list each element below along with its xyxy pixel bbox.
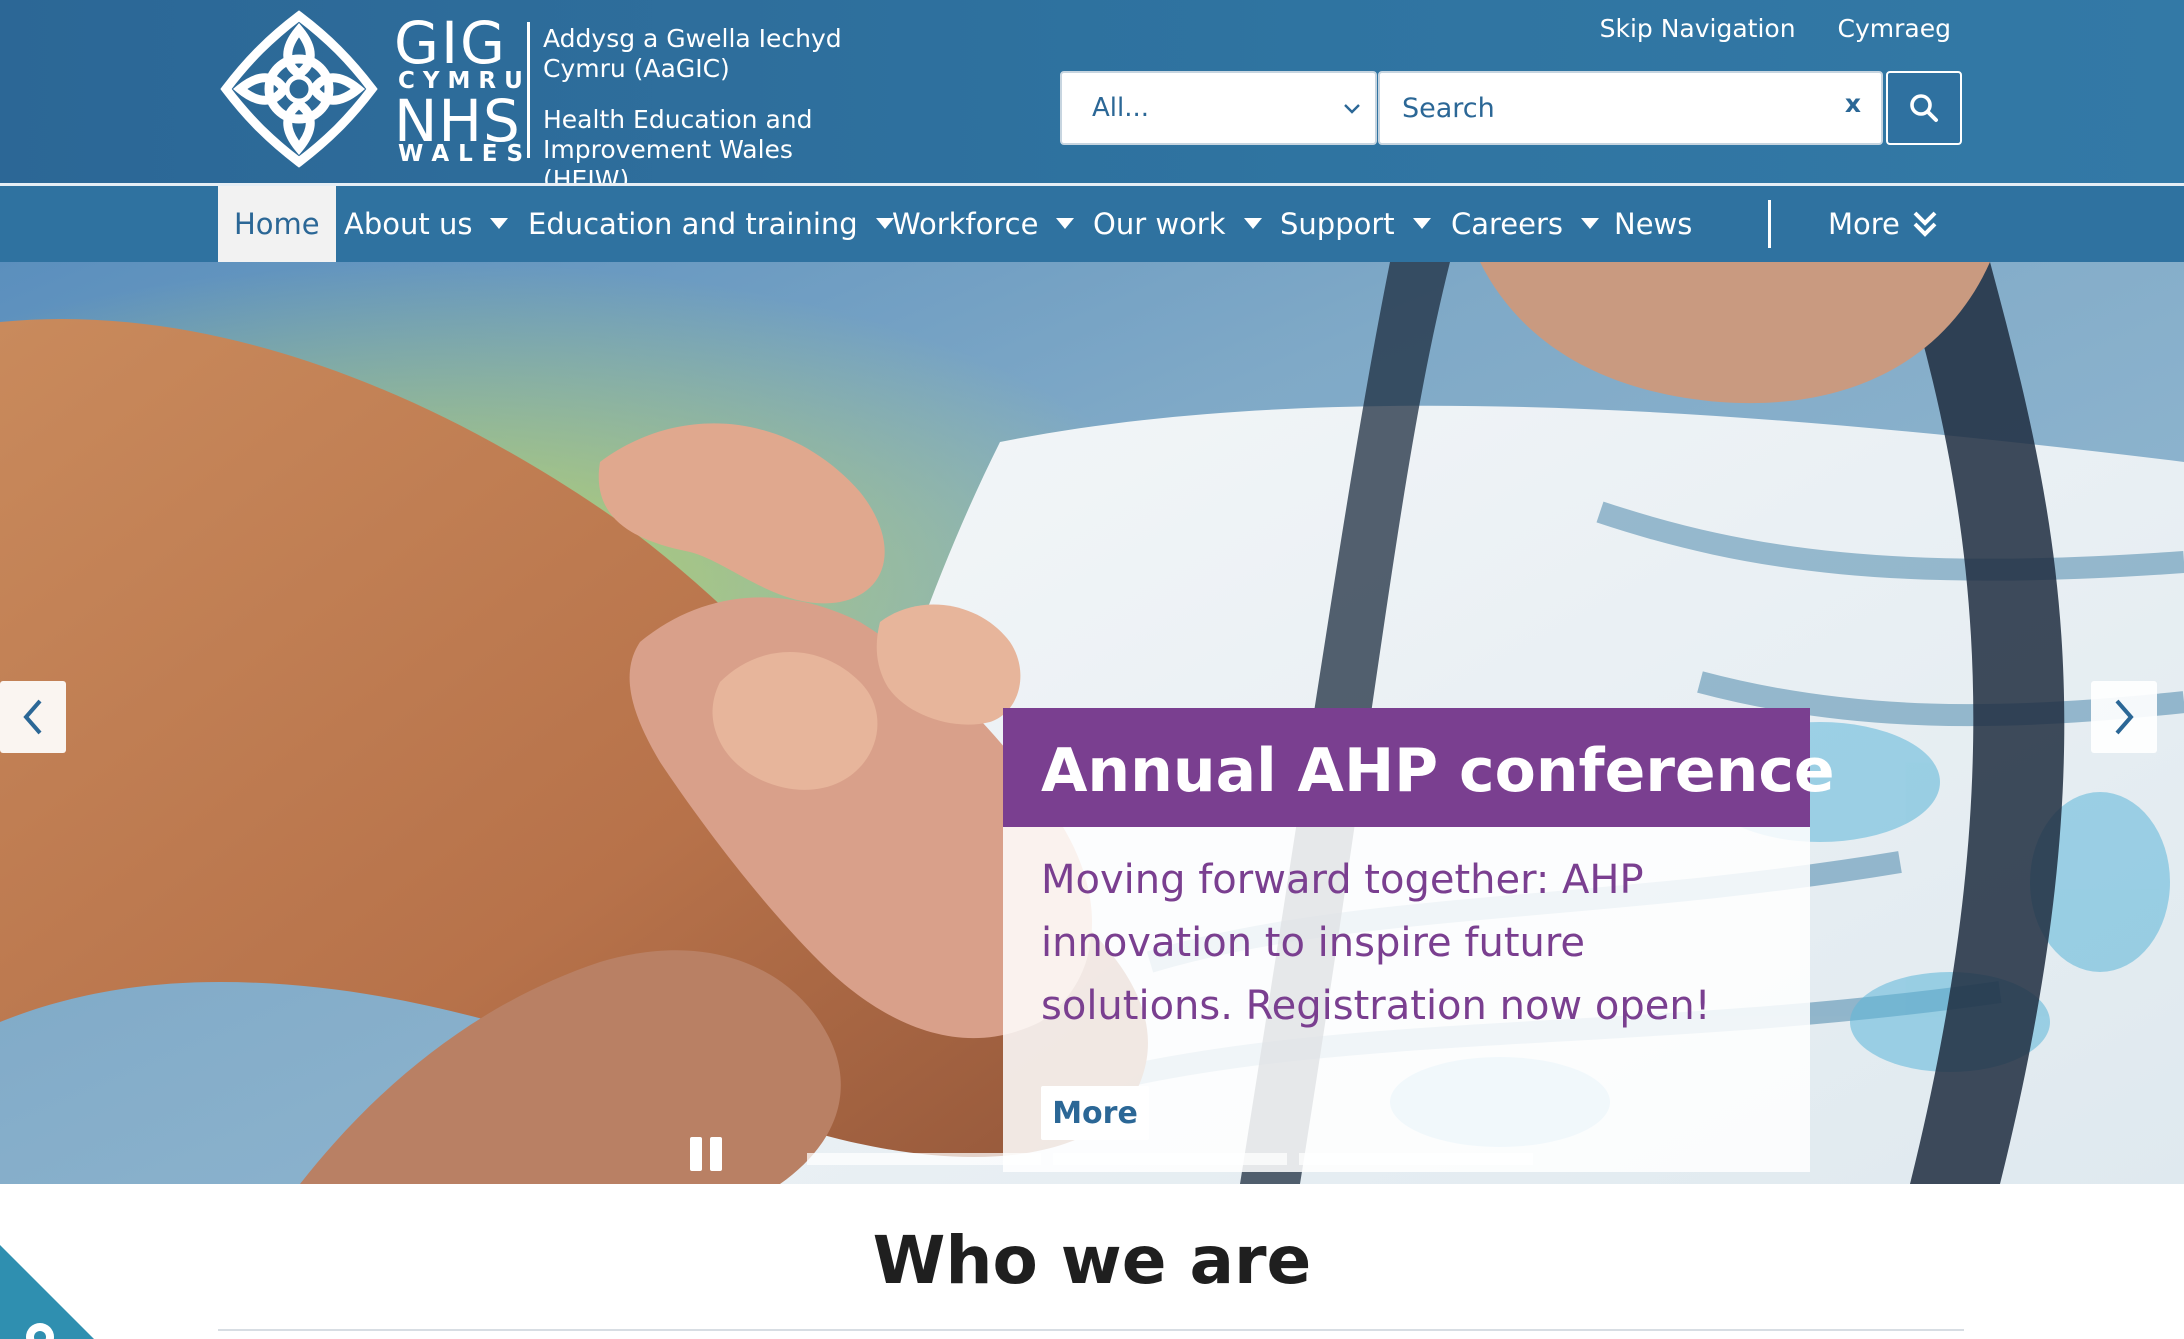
caret-down-icon bbox=[1581, 218, 1600, 229]
nav-item-label: News bbox=[1614, 207, 1693, 241]
search-scope-value: All... bbox=[1092, 93, 1150, 123]
search-clear-button[interactable]: x bbox=[1845, 89, 1861, 118]
hero-slide-card: Annual AHP conference Moving forward tog… bbox=[1003, 708, 1835, 1172]
slide-body: Moving forward together: AHP innovation … bbox=[1003, 827, 1810, 1172]
nav-more-label: More bbox=[1828, 207, 1900, 241]
search-scope-select[interactable]: All... bbox=[1060, 71, 1377, 145]
carousel-indicator-3[interactable] bbox=[1299, 1153, 1533, 1165]
nav-item-label: Support bbox=[1280, 207, 1395, 241]
nav-item-our-work[interactable]: Our work bbox=[1093, 186, 1262, 262]
pause-icon-bar bbox=[710, 1137, 722, 1171]
chevron-right-icon bbox=[2115, 699, 2134, 735]
slide-title-bar: Annual AHP conference bbox=[1003, 708, 1835, 827]
nav-item-label: Our work bbox=[1093, 207, 1226, 241]
nav-item-news[interactable]: News bbox=[1614, 186, 1692, 262]
caret-down-icon bbox=[1243, 218, 1262, 229]
top-links: Skip Navigation Cymraeg bbox=[1600, 14, 1951, 43]
logo-org-welsh: Addysg a Gwella Iechyd Cymru (AaGIC) bbox=[543, 24, 842, 83]
pause-icon-bar bbox=[690, 1137, 702, 1171]
slide-more-button[interactable]: More bbox=[1041, 1086, 1149, 1140]
nav-item-careers[interactable]: Careers bbox=[1451, 186, 1600, 262]
nav-item-home[interactable]: Home bbox=[218, 186, 336, 262]
nav-item-about-us[interactable]: About us bbox=[344, 186, 509, 262]
nav-item-support[interactable]: Support bbox=[1280, 186, 1431, 262]
chevron-down-icon bbox=[1344, 104, 1360, 114]
skip-navigation-link[interactable]: Skip Navigation bbox=[1600, 14, 1796, 43]
nav-item-label: Workforce bbox=[892, 207, 1039, 241]
carousel-indicator-1[interactable] bbox=[807, 1153, 1041, 1165]
chevron-left-icon bbox=[23, 699, 42, 735]
search-button[interactable] bbox=[1886, 71, 1962, 145]
search-field: x bbox=[1378, 71, 1883, 145]
site-header: GIG CYMRU NHS WALES Addysg a Gwella Iech… bbox=[0, 0, 2184, 194]
hero-carousel: Annual AHP conference Moving forward tog… bbox=[0, 262, 2184, 1184]
section-heading-who-we-are: Who we are bbox=[872, 1222, 1312, 1299]
nav-item-workforce[interactable]: Workforce bbox=[892, 186, 1075, 262]
nav-item-label: Home bbox=[234, 207, 320, 241]
slide-description: Moving forward together: AHP innovation … bbox=[1041, 857, 1711, 1029]
carousel-next-button[interactable] bbox=[2091, 681, 2157, 753]
caret-down-icon bbox=[1412, 218, 1431, 229]
nav-separator bbox=[1768, 200, 1771, 248]
carousel-prev-button[interactable] bbox=[0, 681, 66, 753]
carousel-pause-button[interactable] bbox=[690, 1137, 726, 1177]
slide-title: Annual AHP conference bbox=[1041, 736, 1835, 806]
nav-item-label: About us bbox=[344, 207, 473, 241]
celtic-knot-icon bbox=[220, 10, 378, 168]
nhs-wales-logo[interactable]: GIG CYMRU NHS WALES Addysg a Gwella Iech… bbox=[218, 8, 858, 194]
nav-more-button[interactable]: More bbox=[1828, 186, 1938, 262]
search-input[interactable] bbox=[1380, 73, 1800, 143]
logo-gig-text: GIG bbox=[394, 9, 507, 77]
logo-divider bbox=[527, 22, 530, 158]
caret-down-icon bbox=[1056, 218, 1075, 229]
carousel-indicator-2[interactable] bbox=[1053, 1153, 1287, 1165]
nav-item-label: Education and training bbox=[528, 207, 858, 241]
feedback-corner-tab[interactable] bbox=[0, 1245, 94, 1339]
main-nav: Home About us Education and training Wor… bbox=[0, 186, 2184, 262]
nav-item-education-and-training[interactable]: Education and training bbox=[528, 186, 894, 262]
caret-down-icon bbox=[490, 218, 509, 229]
section-divider bbox=[218, 1329, 1964, 1331]
nav-item-label: Careers bbox=[1451, 207, 1564, 241]
logo-wales-text: WALES bbox=[398, 141, 533, 167]
search-icon bbox=[1910, 94, 1938, 122]
language-toggle-link[interactable]: Cymraeg bbox=[1838, 14, 1951, 43]
double-chevron-down-icon bbox=[1913, 211, 1937, 237]
logo-org-english: Health Education and Improvement Wales (… bbox=[543, 105, 813, 194]
